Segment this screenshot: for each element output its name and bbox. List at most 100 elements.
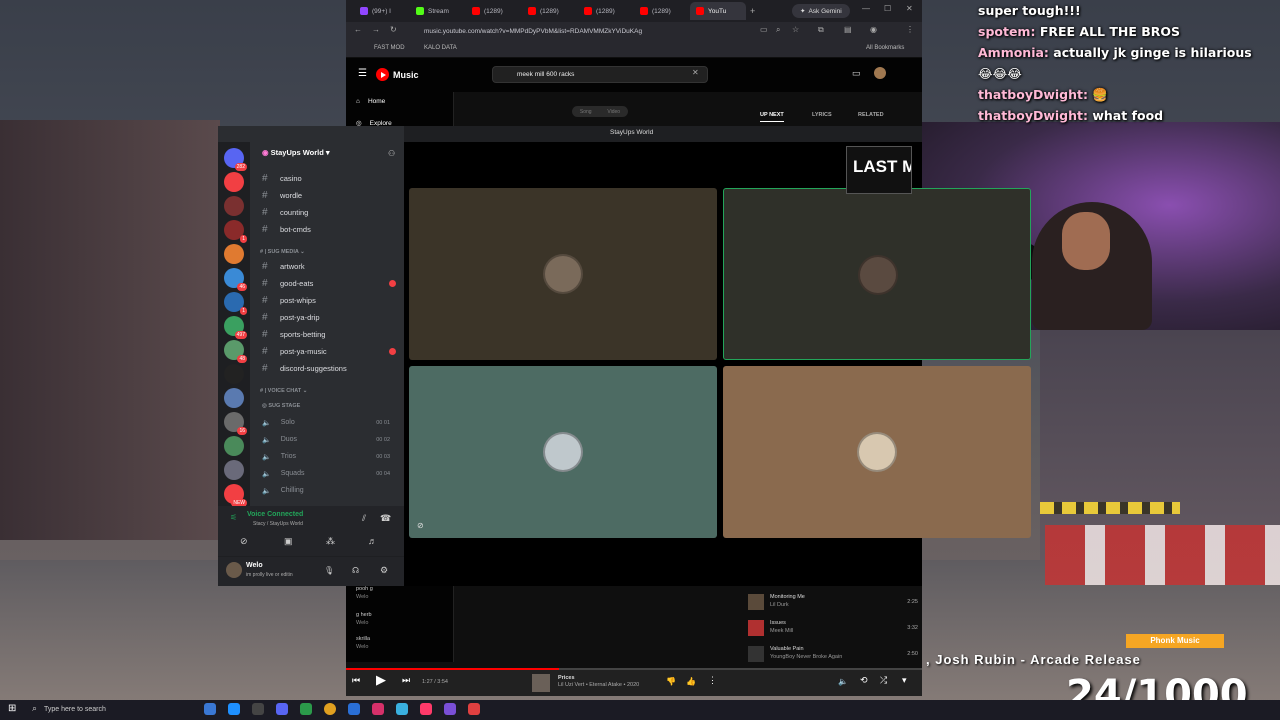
all-bookmarks[interactable]: All Bookmarks <box>866 45 904 51</box>
server-icon[interactable]: 497 <box>224 316 247 339</box>
text-channel[interactable]: # artwork <box>262 258 398 275</box>
text-channel[interactable]: # discord-suggestions <box>262 360 398 377</box>
avatar[interactable] <box>874 67 886 79</box>
server-icon[interactable]: 16 <box>224 412 247 435</box>
server-icon[interactable]: 1 <box>224 220 247 243</box>
server-icon[interactable]: NEW <box>224 484 247 507</box>
taskbar-app-icon[interactable] <box>204 703 216 715</box>
server-icon[interactable] <box>224 364 244 384</box>
server-icon[interactable] <box>224 172 244 192</box>
cast-icon[interactable]: ▭ <box>760 25 768 34</box>
zoom-icon[interactable]: ⌕ <box>776 25 780 35</box>
nav-home[interactable]: ⌂ Home <box>356 98 385 105</box>
queue-item[interactable]: Valuable Pain YoungBoy Never Broke Again … <box>748 642 918 666</box>
disconnect-icon[interactable]: ☎ <box>380 513 391 524</box>
tab-lyrics[interactable]: LYRICS <box>812 112 832 118</box>
hamburger-menu-icon[interactable]: ☰ <box>358 68 367 79</box>
minimize-icon[interactable]: — <box>862 4 870 13</box>
activities-icon[interactable]: ⁂ <box>326 536 335 547</box>
taskbar-app-icon[interactable] <box>348 703 360 715</box>
dislike-icon[interactable]: 👎 <box>666 677 676 686</box>
voice-channel[interactable]: 🔈 Solo 00 01 <box>262 414 398 431</box>
browser-tab[interactable]: (1289) <box>466 2 522 20</box>
tab-up-next[interactable]: UP NEXT <box>760 112 784 122</box>
participant-tile-speaking[interactable] <box>723 188 1031 360</box>
ytm-logo[interactable]: Music <box>376 68 419 81</box>
profile-icon[interactable]: ◉ <box>870 25 877 34</box>
url-field[interactable]: music.youtube.com/watch?v=MMPdDyPVbM&lis… <box>424 25 754 39</box>
shuffle-icon[interactable]: ⤮ <box>880 675 887 686</box>
text-channel[interactable]: # wordle <box>262 187 398 204</box>
queue-item[interactable]: Monitoring Me Lil Durk 2:25 <box>748 590 918 614</box>
camera-off-icon[interactable]: ⊘ <box>240 536 248 547</box>
server-icon[interactable]: 282 <box>224 148 247 171</box>
browser-tab[interactable]: (1289) <box>634 2 690 20</box>
menu-dots-icon[interactable]: ⋮ <box>906 25 914 34</box>
next-icon[interactable]: ⏭ <box>402 675 410 686</box>
participant-tile[interactable]: ⊘ <box>409 366 717 538</box>
taskbar-app-icon[interactable] <box>228 703 240 715</box>
browser-tab[interactable]: (1289) <box>522 2 578 20</box>
server-icon[interactable]: 46 <box>224 268 247 291</box>
text-channel[interactable]: # post-ya-music <box>262 343 398 360</box>
username[interactable]: Welo <box>246 562 263 569</box>
browser-tab[interactable]: (1289) <box>578 2 634 20</box>
participant-tile[interactable] <box>409 188 717 360</box>
taskbar-app-icon[interactable] <box>396 703 408 715</box>
reload-icon[interactable]: ↻ <box>390 25 397 34</box>
taskbar-app-icon[interactable] <box>444 703 456 715</box>
maximize-icon[interactable]: ☐ <box>884 4 891 13</box>
bookmark-star-icon[interactable]: ☆ <box>792 25 799 34</box>
text-channel[interactable]: # post-whips <box>262 292 398 309</box>
taskbar-app-icon[interactable] <box>420 703 432 715</box>
discord-taskbar-icon[interactable] <box>276 703 288 715</box>
browser-tab[interactable]: (99+) I <box>354 2 410 20</box>
settings-gear-icon[interactable]: ⚙ <box>380 565 388 576</box>
bookmark-kalo-data[interactable]: KALO DATA <box>424 45 457 51</box>
search-input[interactable]: meek mill 600 racks <box>492 66 708 83</box>
song-video-toggle[interactable]: Song Video <box>572 106 628 117</box>
clear-search-icon[interactable]: ✕ <box>692 68 699 77</box>
text-channel[interactable]: # sports-betting <box>262 326 398 343</box>
taskbar-app-icon[interactable] <box>300 703 312 715</box>
play-icon[interactable]: ▶ <box>376 672 386 688</box>
browser-tab-active[interactable]: YouTu <box>690 2 746 20</box>
more-options-icon[interactable]: ⋮ <box>708 675 717 686</box>
participant-tile[interactable] <box>723 366 1031 538</box>
tab-related[interactable]: RELATED <box>858 112 884 118</box>
close-window-icon[interactable]: ✕ <box>906 4 913 13</box>
user-avatar[interactable] <box>226 562 242 578</box>
soundboard-icon[interactable]: ♬ <box>368 536 377 546</box>
category-header[interactable]: # | SUG MEDIA ⌄ <box>260 249 305 255</box>
voice-channel[interactable]: 🔈 Squads 00 04 <box>262 465 398 482</box>
voice-channel[interactable]: 🔈 Duos 00 02 <box>262 431 398 448</box>
new-tab-button[interactable]: + <box>750 6 755 16</box>
ask-gemini-button[interactable]: ✦ Ask Gemini <box>792 4 850 18</box>
server-icon[interactable] <box>224 196 244 216</box>
server-icon[interactable]: 1 <box>224 292 247 315</box>
library-item[interactable]: g herb Welo <box>356 612 372 627</box>
voice-channel[interactable]: 🔈 Trios 00 03 <box>262 448 398 465</box>
cast-icon[interactable]: ▭ <box>852 68 861 79</box>
taskbar-app-icon[interactable] <box>252 703 264 715</box>
library-item[interactable]: pooh g Welo <box>356 586 373 601</box>
previous-icon[interactable]: ⏮ <box>352 675 360 686</box>
library-item[interactable]: skrilla Welo <box>356 636 370 651</box>
browser-tab[interactable]: Stream <box>410 2 466 20</box>
server-icon[interactable] <box>224 436 244 456</box>
text-channel[interactable]: # post-ya-drip <box>262 309 398 326</box>
repeat-icon[interactable]: ⟲ <box>860 675 868 686</box>
taskbar-search[interactable]: Type here to search <box>28 702 158 718</box>
extensions-icon[interactable]: ⧉ <box>818 25 824 35</box>
taskbar-app-icon[interactable] <box>372 703 384 715</box>
text-channel[interactable]: # good-eats <box>262 275 398 292</box>
volume-icon[interactable]: 🔈 <box>838 677 848 686</box>
add-member-icon[interactable]: ⚇ <box>388 149 395 158</box>
server-icon[interactable]: 48 <box>224 340 247 363</box>
taskbar-app-icon[interactable] <box>468 703 480 715</box>
back-icon[interactable]: ← <box>354 25 362 34</box>
voice-channel[interactable]: 🔈 Chilling <box>262 482 398 499</box>
server-icon[interactable] <box>224 244 244 264</box>
server-icon[interactable] <box>224 460 244 480</box>
sidepanel-icon[interactable]: ▤ <box>844 25 852 34</box>
